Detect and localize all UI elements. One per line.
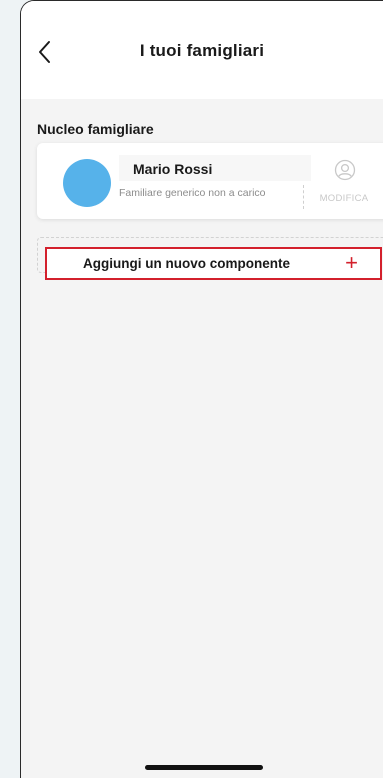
main-content: Nucleo famigliare Mario Rossi Familiare … — [21, 99, 383, 778]
page-title: I tuoi famigliari — [139, 41, 265, 60]
user-circle-icon — [334, 159, 356, 181]
card-divider — [303, 185, 304, 209]
edit-member-button[interactable]: MODIFICA — [313, 159, 375, 209]
navigation-header: I tuoi famigliari — [21, 1, 383, 99]
edit-label: MODIFICA — [319, 193, 369, 204]
add-member-button[interactable]: Aggiungi un nuovo componente + — [45, 247, 382, 280]
member-type: Familiare generico non a carico — [119, 187, 266, 199]
home-indicator — [145, 765, 263, 770]
member-name: Mario Rossi — [133, 161, 213, 177]
section-title: Nucleo famigliare — [37, 121, 154, 137]
add-member-label: Aggiungi un nuovo componente — [83, 256, 290, 271]
avatar — [63, 159, 111, 207]
app-screen: I tuoi famigliari Nucleo famigliare Mari… — [20, 0, 383, 778]
plus-icon: + — [345, 250, 358, 275]
